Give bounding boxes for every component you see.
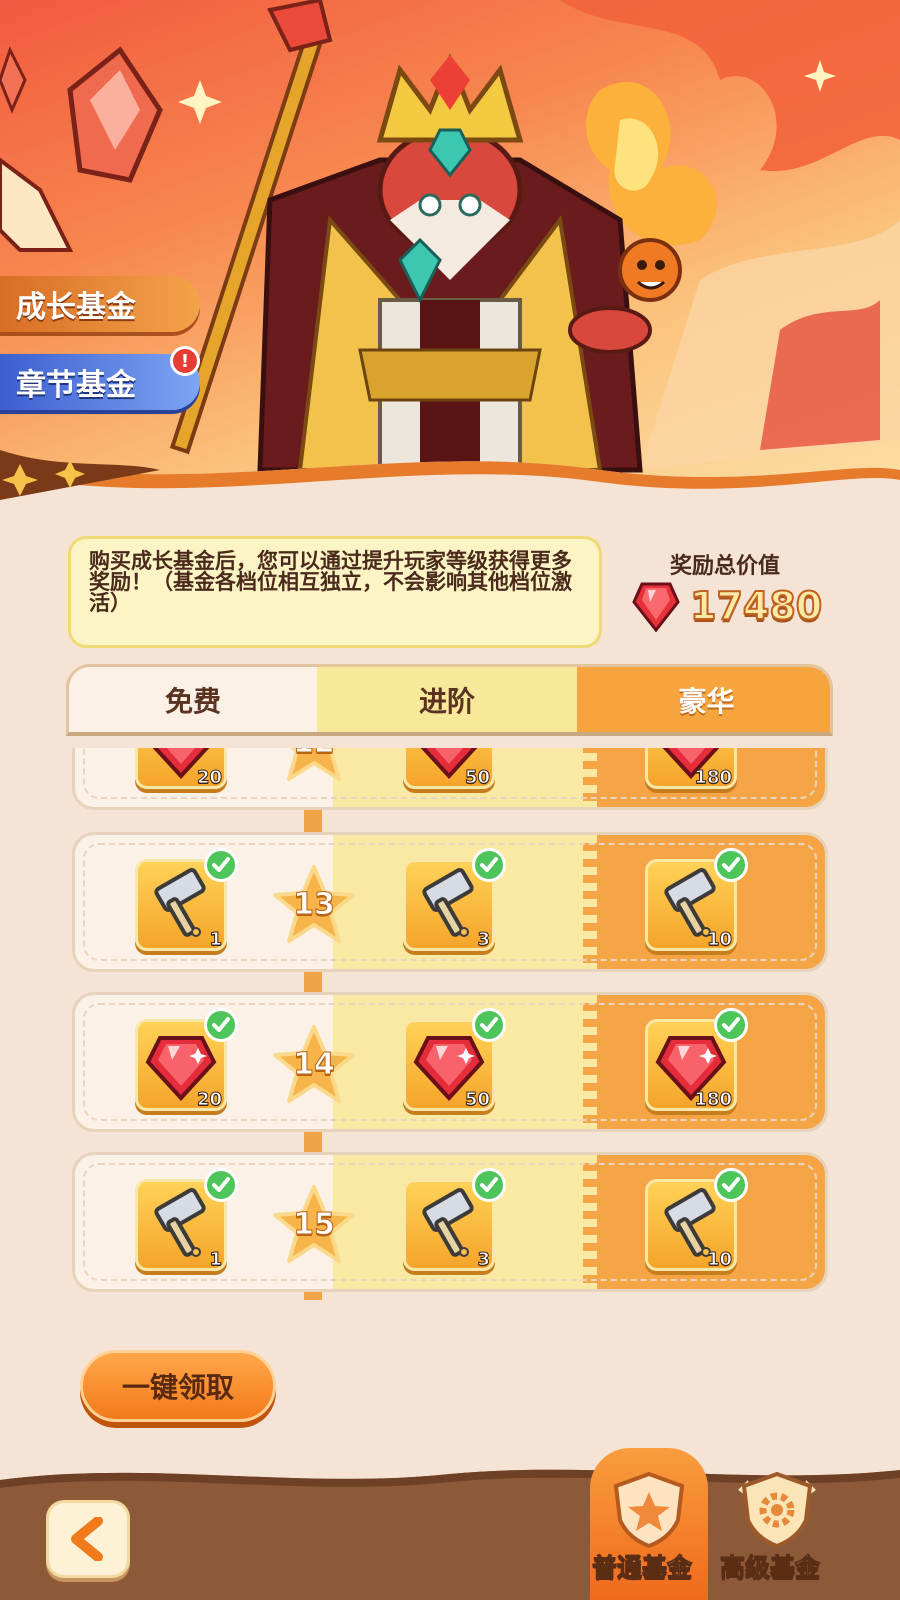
reward-quantity: 180	[694, 1089, 733, 1111]
claimed-check-icon	[714, 1008, 748, 1042]
level-star-badge: 13	[271, 863, 357, 949]
claimed-check-icon	[472, 1008, 506, 1042]
total-reward-label: 奖励总价值	[669, 554, 780, 579]
fund-description-box: 购买成长基金后，您可以通过提升玩家等级获得更多奖励！（基金各档位相互独立，不会影…	[68, 536, 602, 648]
total-reward-value: 17480	[689, 583, 823, 629]
level-number: 13	[293, 887, 336, 923]
tier-tabs: 免费 进阶 豪华	[66, 664, 833, 736]
reward-quantity: 3	[477, 1249, 490, 1271]
hammer-icon	[154, 1188, 206, 1257]
reward-item[interactable]: 180	[645, 1008, 748, 1111]
level-number: 15	[293, 1207, 336, 1243]
reward-item[interactable]: 20	[135, 1008, 238, 1111]
reward-item[interactable]: 1	[135, 1168, 238, 1271]
tab-luxury-label: 豪华	[678, 684, 735, 718]
star-shield-icon[interactable]	[606, 1470, 692, 1548]
level-star-badge: 15	[271, 1183, 357, 1269]
nav-normal-fund-label[interactable]: 普通基金	[591, 1548, 692, 1584]
gear-shield-icon[interactable]	[734, 1470, 820, 1548]
level-star-badge: 12	[271, 748, 357, 787]
reward-quantity: 50	[464, 1089, 490, 1111]
hero-banner	[0, 0, 900, 515]
claimed-check-icon	[714, 1168, 748, 1202]
reward-quantity: 1	[209, 929, 222, 951]
hero-character-illustration	[0, 0, 900, 473]
reward-item[interactable]: 20	[135, 748, 227, 789]
reward-quantity: 10	[706, 1249, 732, 1271]
claim-all-label: 一键领取	[121, 1371, 234, 1404]
reward-item[interactable]: 50	[403, 748, 495, 789]
alert-badge-text: !	[180, 350, 190, 372]
level-number: 12	[271, 748, 357, 761]
hammer-icon	[154, 868, 206, 937]
chapter-fund-alert-badge: !	[170, 346, 200, 376]
reward-quantity: 3	[477, 929, 490, 951]
reward-quantity: 20	[196, 767, 222, 789]
back-button[interactable]	[46, 1500, 130, 1578]
tab-luxury[interactable]: 豪华	[577, 667, 830, 732]
reward-item[interactable]: 180	[645, 748, 737, 789]
level-star-badge: 14	[271, 1023, 357, 1109]
tab-chapter-fund-label: 章节基金	[16, 368, 136, 403]
reward-item[interactable]: 1	[135, 848, 238, 951]
reward-item[interactable]: 50	[403, 1008, 506, 1111]
hammer-icon	[422, 1188, 474, 1257]
reward-quantity: 50	[464, 767, 490, 789]
level-number: 14	[293, 1047, 336, 1083]
reward-item[interactable]: 10	[645, 1168, 748, 1271]
claimed-check-icon	[204, 1168, 238, 1202]
tab-free-label: 免费	[164, 684, 221, 718]
reward-item[interactable]: 3	[403, 848, 506, 951]
claimed-check-icon	[204, 848, 238, 882]
reward-row: 15 1 3 10	[72, 1152, 828, 1292]
reward-item[interactable]: 10	[645, 848, 748, 951]
reward-row: 14 20 50 180	[72, 992, 828, 1132]
reward-item[interactable]: 3	[403, 1168, 506, 1271]
claimed-check-icon	[714, 848, 748, 882]
fund-description-text: 购买成长基金后，您可以通过提升玩家等级获得更多奖励！（基金各档位相互独立，不会影…	[89, 549, 572, 615]
ruby-gem-icon	[632, 582, 680, 632]
back-arrow-icon	[71, 1517, 103, 1561]
reward-list[interactable]: 122050180131310142050180151310	[70, 748, 830, 1300]
hammer-icon	[422, 868, 474, 937]
banner-ground-divider	[0, 450, 900, 515]
claimed-check-icon	[472, 848, 506, 882]
reward-quantity: 180	[694, 767, 733, 789]
nav-premium-fund-label[interactable]: 高级基金	[719, 1548, 820, 1584]
claim-all-button[interactable]: 一键领取	[80, 1350, 276, 1422]
tab-free[interactable]: 免费	[69, 667, 317, 732]
reward-quantity: 20	[196, 1089, 222, 1111]
claimed-check-icon	[204, 1008, 238, 1042]
reward-quantity: 10	[706, 929, 732, 951]
tab-advanced[interactable]: 进阶	[317, 667, 577, 732]
reward-quantity: 1	[209, 1249, 222, 1271]
tab-advanced-label: 进阶	[418, 684, 475, 718]
tab-growth-fund[interactable]: 成长基金	[0, 276, 200, 332]
reward-row: 12 20 50 180	[72, 748, 828, 810]
tab-growth-fund-label: 成长基金	[16, 290, 136, 325]
reward-row: 13 1 3 10	[72, 832, 828, 972]
claimed-check-icon	[472, 1168, 506, 1202]
